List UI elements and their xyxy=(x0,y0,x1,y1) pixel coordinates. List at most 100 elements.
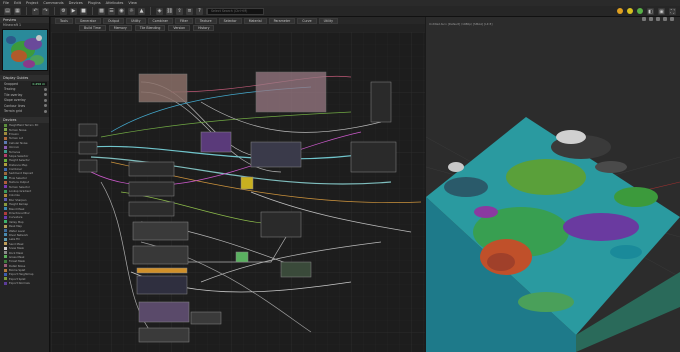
tab-parameter[interactable]: Parameter xyxy=(268,17,296,24)
device-label: River Network xyxy=(9,232,29,237)
tab-filter[interactable]: Filter xyxy=(175,17,193,24)
menu-view[interactable]: View xyxy=(128,1,137,5)
save-icon[interactable]: ▦ xyxy=(14,7,21,15)
device-icon xyxy=(4,150,7,154)
menu-plugins[interactable]: Plugins xyxy=(88,1,101,5)
device-label: Rock Mask xyxy=(9,250,24,255)
redo-icon[interactable]: ↷ xyxy=(42,7,49,15)
main-toolbar: ▤ ▦ ↶ ↷ ⚙ ▶ ■ ▩ ☰ ◉ ☼ ▲ ◈ ⛓ ⇪ ≡ ? i Sele… xyxy=(0,6,680,17)
device-label: Height Selector xyxy=(9,158,30,163)
guide-toggle[interactable] xyxy=(44,104,47,108)
tile-blending-button[interactable]: Tile Blending xyxy=(134,25,166,31)
device-label: Slope Selector xyxy=(9,153,29,158)
guide-label: Tracing xyxy=(4,87,16,92)
search-input[interactable]: Select Search (Ctrl+M) xyxy=(207,7,264,15)
tab-tools[interactable]: Tools xyxy=(55,17,73,24)
device-icon xyxy=(4,229,7,233)
menu-project[interactable]: Project xyxy=(26,1,38,5)
open-icon[interactable]: ▤ xyxy=(4,7,11,15)
camera-icon[interactable]: ◉ xyxy=(118,7,125,15)
wireframe-icon[interactable] xyxy=(656,17,660,21)
light-icon[interactable]: ☼ xyxy=(128,7,135,15)
device-icon xyxy=(4,281,7,285)
tab-output[interactable]: Output xyxy=(103,17,125,24)
node-graph-editor[interactable]: Tools Generator Output Utility Combiner Filte… xyxy=(51,17,425,352)
tab-generator[interactable]: Generator xyxy=(74,17,102,24)
tab-combiner[interactable]: Combiner xyxy=(147,17,173,24)
help-icon[interactable]: ? xyxy=(196,7,203,15)
guide-label: Slope overlay xyxy=(4,98,26,103)
device-label: Export Splat xyxy=(9,276,26,281)
guide-toggle[interactable] xyxy=(44,93,47,97)
device-label: Export Heightmap xyxy=(9,272,34,277)
device-label: Texture Output xyxy=(9,180,30,185)
device-icon xyxy=(4,215,7,219)
play-icon[interactable]: ▶ xyxy=(70,7,77,15)
view-icon[interactable]: ◧ xyxy=(647,8,654,15)
camera-icon[interactable] xyxy=(642,17,646,21)
settings-icon[interactable]: ≡ xyxy=(186,7,193,15)
device-label: Water Level xyxy=(9,228,25,233)
tab-curve[interactable]: Curve xyxy=(297,17,317,24)
tab-texture[interactable]: Texture xyxy=(194,17,217,24)
tab-selector[interactable]: Selector xyxy=(218,17,242,24)
grid-icon[interactable] xyxy=(663,17,667,21)
light-icon[interactable] xyxy=(649,17,653,21)
guide-value[interactable]: 0.256 m xyxy=(30,81,47,86)
memory-button[interactable]: Memory xyxy=(108,25,132,31)
graph-tabs: Tools Generator Output Utility Combiner Filte… xyxy=(51,17,425,24)
device-label: Sand Mask xyxy=(9,241,24,246)
device-label: Sediment Deposit xyxy=(9,171,33,176)
device-icon xyxy=(4,198,7,202)
layers-icon[interactable]: ☰ xyxy=(108,7,115,15)
device-icon xyxy=(4,207,7,211)
guide-row[interactable]: Terrain grid xyxy=(0,109,49,115)
link-icon[interactable]: ⛓ xyxy=(166,7,173,15)
toolbar-separator xyxy=(150,7,151,15)
viewport-title: Untitled.tscn [Default] (1080p) [SMAA] [… xyxy=(429,22,493,26)
device-icon xyxy=(4,202,7,206)
3d-viewport[interactable]: Untitled.tscn [Default] (1080p) [SMAA] [… xyxy=(426,17,680,352)
device-label: Blend Mask xyxy=(9,206,25,211)
tab-utility[interactable]: Utility xyxy=(126,17,146,24)
fullscreen-icon[interactable]: ⛶ xyxy=(669,8,676,15)
device-icon xyxy=(4,233,7,237)
menu-edit[interactable]: Edit xyxy=(14,1,21,5)
device-icon xyxy=(4,167,7,171)
device-label: Directional Blur xyxy=(9,211,30,215)
tab-material[interactable]: Material xyxy=(243,17,267,24)
device-icon xyxy=(4,141,7,145)
device-label: Colorize xyxy=(9,193,20,198)
menu-file[interactable]: File xyxy=(3,1,9,5)
window-icon[interactable]: ▣ xyxy=(658,8,665,15)
version-button[interactable]: Version xyxy=(168,25,191,31)
undo-icon[interactable]: ↶ xyxy=(32,7,39,15)
tab-utility[interactable]: Utility xyxy=(318,17,339,24)
export-icon[interactable]: ⇪ xyxy=(176,7,183,15)
status-dot-yellow xyxy=(627,8,633,14)
build-time-button[interactable]: Build Time xyxy=(79,25,106,31)
device-icon xyxy=(4,176,7,180)
node-icon[interactable]: ◈ xyxy=(156,7,163,15)
menu-devices[interactable]: Devices xyxy=(69,1,83,5)
device-item[interactable]: Export Normals xyxy=(0,281,49,285)
guide-toggle[interactable] xyxy=(44,87,47,91)
device-label: Curvature xyxy=(9,215,23,220)
device-label: Terrain Noise xyxy=(9,127,27,132)
history-button[interactable]: History xyxy=(193,25,215,31)
menu-commands[interactable]: Commands xyxy=(43,1,63,5)
guide-toggle[interactable] xyxy=(44,109,47,113)
grid-icon[interactable]: ▩ xyxy=(98,7,105,15)
node-graph-canvas[interactable] xyxy=(51,32,425,352)
device-icon xyxy=(4,136,7,140)
stop-icon[interactable]: ■ xyxy=(80,7,87,15)
device-icon xyxy=(4,264,7,268)
build-icon[interactable]: ⚙ xyxy=(60,7,67,15)
settings-icon[interactable] xyxy=(670,17,674,21)
device-label: Snow Mask xyxy=(9,246,25,251)
guide-toggle[interactable] xyxy=(44,98,47,102)
menu-attributes[interactable]: Attributes xyxy=(106,1,124,5)
device-label: Terrain Lot xyxy=(9,136,24,141)
device-icon xyxy=(4,255,7,259)
terrain-icon[interactable]: ▲ xyxy=(138,7,145,15)
